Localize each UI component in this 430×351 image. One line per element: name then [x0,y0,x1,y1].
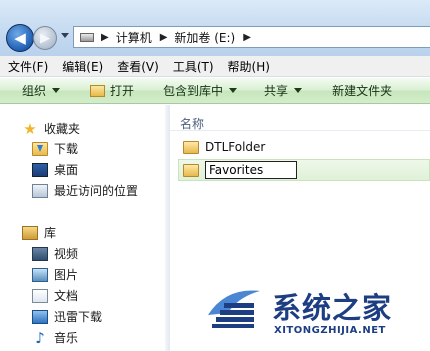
menu-bar: 文件(F) 编辑(E) 查看(V) 工具(T) 帮助(H) [0,56,430,77]
pictures-library-icon [32,267,48,282]
file-name: DTLFolder [205,140,266,154]
nav-item-label: 图片 [54,268,79,282]
menu-view[interactable]: 查看(V) [117,58,159,75]
library-icon [22,225,38,240]
drive-icon [80,32,94,42]
include-in-library-button[interactable]: 包含到库中 [163,82,238,99]
breadcrumb-separator-icon[interactable]: ▶ [101,32,109,43]
arrow-left-icon: ◀ [14,29,26,47]
open-button[interactable]: 打开 [90,82,134,99]
include-in-library-label: 包含到库中 [163,84,224,98]
menu-tools[interactable]: 工具(T) [173,58,214,75]
new-folder-button[interactable]: 新建文件夹 [332,82,392,99]
music-note-icon: ♪ [35,328,45,347]
breadcrumb-computer[interactable]: 计算机 [116,29,152,46]
chevron-down-icon [229,88,238,93]
nav-item-thunder-downloads[interactable]: 迅雷下载 [32,308,102,325]
open-icon [90,84,106,97]
nav-item-label: 下载 [54,142,79,156]
file-item-dtlfolder[interactable]: DTLFolder [183,140,265,154]
breadcrumb-separator-icon[interactable]: ▶ [243,32,251,43]
menu-file[interactable]: 文件(F) [8,58,48,75]
share-label: 共享 [264,84,289,98]
star-icon: ★ [23,119,37,138]
nav-item-label: 迅雷下载 [54,310,103,324]
menu-help[interactable]: 帮助(H) [228,58,270,75]
rename-input[interactable] [205,161,297,179]
nav-libraries-label: 库 [44,226,57,240]
nav-favorites-label: 收藏夹 [44,122,81,136]
open-label: 打开 [110,84,135,98]
video-library-icon [32,246,48,261]
arrow-right-icon: ▶ [40,30,50,46]
nav-item-label: 视频 [54,247,79,261]
folder-icon [183,140,199,154]
nav-item-label: 桌面 [54,163,79,177]
thunder-download-icon [32,309,48,324]
watermark-logo-icon [208,290,260,328]
menu-edit[interactable]: 编辑(E) [62,58,103,75]
nav-item-recent-places[interactable]: 最近访问的位置 [32,182,138,199]
column-divider [170,130,430,131]
new-folder-label: 新建文件夹 [332,84,393,98]
address-box[interactable]: ▶ 计算机 ▶ 新加卷 (E:) ▶ [73,26,430,48]
organize-label: 组织 [22,84,47,98]
nav-item-downloads[interactable]: 下载 [32,140,78,157]
address-bar-region: ◀ ▶ ▶ 计算机 ▶ 新加卷 (E:) ▶ [0,0,430,56]
back-button[interactable]: ◀ [6,24,34,52]
watermark-title: 系统之家 [272,291,393,325]
nav-item-label: 文档 [54,289,79,303]
nav-item-videos[interactable]: 视频 [32,245,78,262]
breadcrumb-drive[interactable]: 新加卷 (E:) [174,29,235,46]
breadcrumb-separator-icon[interactable]: ▶ [160,32,168,43]
nav-favorites-header[interactable]: ★ 收藏夹 [22,120,80,137]
organize-button[interactable]: 组织 [22,82,61,99]
nav-item-pictures[interactable]: 图片 [32,266,78,283]
file-item-renaming[interactable] [183,161,297,179]
forward-button[interactable]: ▶ [33,26,57,50]
documents-library-icon [32,288,48,303]
watermark: 系统之家 XITONGZHIJIA.NET [204,283,424,345]
nav-item-label: 音乐 [54,331,79,345]
desktop-icon [32,162,48,177]
recent-places-icon [32,183,48,198]
nav-libraries-header[interactable]: 库 [22,224,56,241]
nav-item-documents[interactable]: 文档 [32,287,78,304]
folder-icon [183,163,199,177]
nav-item-desktop[interactable]: 桌面 [32,161,78,178]
chevron-down-icon [52,88,61,93]
share-button[interactable]: 共享 [264,82,303,99]
recent-pages-dropdown[interactable] [61,33,69,38]
chevron-down-icon [294,88,303,93]
watermark-url: XITONGZHIJIA.NET [274,325,386,336]
command-bar: 组织 打开 包含到库中 共享 新建文件夹 [0,78,430,104]
nav-item-label: 最近访问的位置 [54,184,139,198]
nav-item-music[interactable]: ♪ 音乐 [32,329,78,346]
downloads-folder-icon [32,141,48,156]
